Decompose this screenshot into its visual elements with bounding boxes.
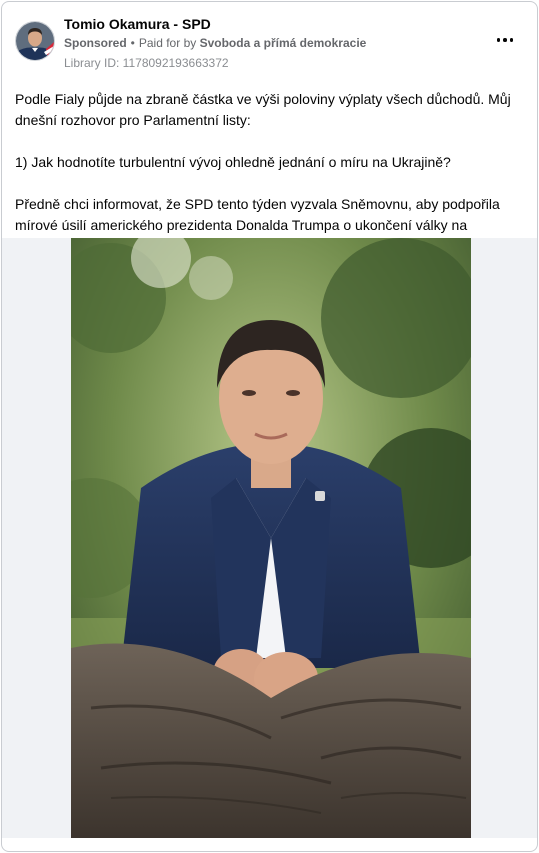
library-id: Library ID: 1178092193663372: [64, 56, 229, 70]
post-body-text: Podle Fialy půjde na zbraně částka ve vý…: [15, 89, 527, 257]
page-avatar[interactable]: [15, 21, 55, 61]
paid-for-prefix: Paid for by: [138, 36, 197, 50]
post-photo[interactable]: [71, 238, 471, 838]
post-meta: Sponsored • Paid for by Svoboda a přímá de…: [64, 36, 366, 50]
more-dot: [496, 38, 501, 42]
separator-dot: •: [130, 36, 135, 50]
more-dot: [509, 38, 514, 42]
page-name[interactable]: Tomio Okamura - SPD: [64, 16, 211, 32]
post-paragraph: 1) Jak hodnotíte turbulentní vývoj ohled…: [15, 154, 451, 170]
ad-post-card: Tomio Okamura - SPD Sponsored • Paid for b…: [1, 1, 538, 852]
post-header: Tomio Okamura - SPD Sponsored • Paid for b…: [2, 2, 537, 82]
post-media[interactable]: [2, 238, 537, 838]
payer-link[interactable]: Svoboda a přímá demokracie: [200, 36, 367, 50]
more-horizontal-icon[interactable]: [493, 30, 517, 50]
more-dot: [503, 38, 507, 42]
post-paragraph: Podle Fialy půjde na zbraně částka ve vý…: [15, 91, 511, 128]
sponsored-label[interactable]: Sponsored: [64, 36, 127, 50]
